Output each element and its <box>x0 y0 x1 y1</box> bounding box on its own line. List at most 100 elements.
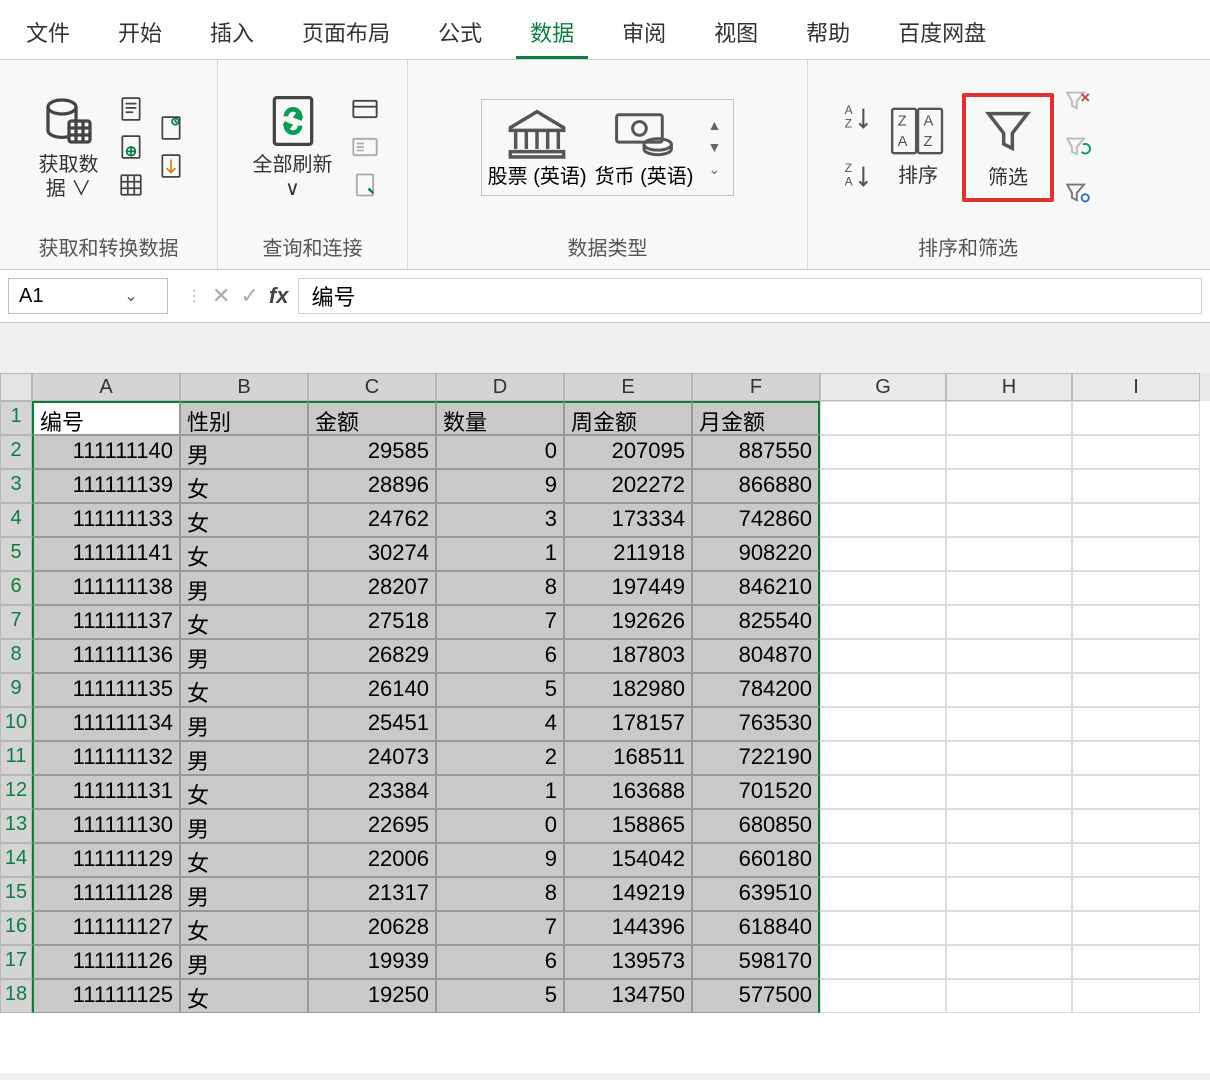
cell-C5[interactable]: 30274 <box>308 537 436 571</box>
cell-F14[interactable]: 660180 <box>692 843 820 877</box>
row-header-5[interactable]: 5 <box>0 537 32 571</box>
cell-B7[interactable]: 女 <box>180 605 308 639</box>
cell-E16[interactable]: 144396 <box>564 911 692 945</box>
menu-item-3[interactable]: 页面布局 <box>288 8 404 59</box>
cell-G12[interactable] <box>820 775 946 809</box>
stocks-button[interactable]: 股票 (英语) <box>488 106 587 189</box>
cell-G2[interactable] <box>820 435 946 469</box>
cell-E17[interactable]: 139573 <box>564 945 692 979</box>
cell-A1[interactable]: 编号 <box>32 401 180 435</box>
reapply-icon[interactable] <box>1062 131 1094 163</box>
currency-button[interactable]: 货币 (英语) <box>595 106 694 189</box>
cell-I14[interactable] <box>1072 843 1200 877</box>
recent-sources-icon[interactable] <box>155 112 187 144</box>
cell-E14[interactable]: 154042 <box>564 843 692 877</box>
from-table-icon[interactable] <box>115 169 147 201</box>
existing-conn-icon[interactable] <box>155 150 187 182</box>
cell-I18[interactable] <box>1072 979 1200 1013</box>
cell-E2[interactable]: 207095 <box>564 435 692 469</box>
cell-D18[interactable]: 5 <box>436 979 564 1013</box>
cell-E8[interactable]: 187803 <box>564 639 692 673</box>
cell-E15[interactable]: 149219 <box>564 877 692 911</box>
queries-connections-icon[interactable] <box>349 93 381 125</box>
cell-C1[interactable]: 金额 <box>308 401 436 435</box>
cell-B9[interactable]: 女 <box>180 673 308 707</box>
name-box-input[interactable] <box>9 281 119 312</box>
cell-I3[interactable] <box>1072 469 1200 503</box>
cell-C3[interactable]: 28896 <box>308 469 436 503</box>
row-header-1[interactable]: 1 <box>0 401 32 435</box>
cell-F2[interactable]: 887550 <box>692 435 820 469</box>
enter-icon[interactable]: ✓ <box>240 283 258 309</box>
cell-I9[interactable] <box>1072 673 1200 707</box>
cell-E9[interactable]: 182980 <box>564 673 692 707</box>
name-box[interactable]: ⌄ <box>8 278 168 314</box>
cell-A17[interactable]: 111111126 <box>32 945 180 979</box>
sort-asc-icon[interactable]: AZ <box>842 102 874 134</box>
cell-B4[interactable]: 女 <box>180 503 308 537</box>
row-header-10[interactable]: 10 <box>0 707 32 741</box>
row-header-3[interactable]: 3 <box>0 469 32 503</box>
cell-C16[interactable]: 20628 <box>308 911 436 945</box>
cell-G17[interactable] <box>820 945 946 979</box>
cell-I7[interactable] <box>1072 605 1200 639</box>
clear-filter-icon[interactable] <box>1062 85 1094 117</box>
cell-C15[interactable]: 21317 <box>308 877 436 911</box>
cell-D6[interactable]: 8 <box>436 571 564 605</box>
cell-B6[interactable]: 男 <box>180 571 308 605</box>
cell-C11[interactable]: 24073 <box>308 741 436 775</box>
cell-B10[interactable]: 男 <box>180 707 308 741</box>
cell-C13[interactable]: 22695 <box>308 809 436 843</box>
cell-A14[interactable]: 111111129 <box>32 843 180 877</box>
cell-D17[interactable]: 6 <box>436 945 564 979</box>
cell-C4[interactable]: 24762 <box>308 503 436 537</box>
name-box-dropdown-icon[interactable]: ⌄ <box>119 286 143 306</box>
cell-C12[interactable]: 23384 <box>308 775 436 809</box>
cell-D15[interactable]: 8 <box>436 877 564 911</box>
cell-D11[interactable]: 2 <box>436 741 564 775</box>
cell-H1[interactable] <box>946 401 1072 435</box>
cell-E10[interactable]: 178157 <box>564 707 692 741</box>
row-header-2[interactable]: 2 <box>0 435 32 469</box>
row-header-7[interactable]: 7 <box>0 605 32 639</box>
cell-B12[interactable]: 女 <box>180 775 308 809</box>
row-header-4[interactable]: 4 <box>0 503 32 537</box>
cell-I6[interactable] <box>1072 571 1200 605</box>
cell-H4[interactable] <box>946 503 1072 537</box>
cell-F15[interactable]: 639510 <box>692 877 820 911</box>
col-header-C[interactable]: C <box>308 373 436 401</box>
cell-I13[interactable] <box>1072 809 1200 843</box>
cell-H2[interactable] <box>946 435 1072 469</box>
formula-input[interactable] <box>299 279 1201 313</box>
cell-G18[interactable] <box>820 979 946 1013</box>
cell-G10[interactable] <box>820 707 946 741</box>
cell-I4[interactable] <box>1072 503 1200 537</box>
cell-A8[interactable]: 111111136 <box>32 639 180 673</box>
cell-B16[interactable]: 女 <box>180 911 308 945</box>
cell-I10[interactable] <box>1072 707 1200 741</box>
cell-H3[interactable] <box>946 469 1072 503</box>
cell-B17[interactable]: 男 <box>180 945 308 979</box>
cell-F9[interactable]: 784200 <box>692 673 820 707</box>
cell-B5[interactable]: 女 <box>180 537 308 571</box>
formula-input-wrapper[interactable] <box>298 278 1202 314</box>
cell-F18[interactable]: 577500 <box>692 979 820 1013</box>
cell-A12[interactable]: 111111131 <box>32 775 180 809</box>
cell-G16[interactable] <box>820 911 946 945</box>
cell-C9[interactable]: 26140 <box>308 673 436 707</box>
cell-E18[interactable]: 134750 <box>564 979 692 1013</box>
cell-G13[interactable] <box>820 809 946 843</box>
row-header-9[interactable]: 9 <box>0 673 32 707</box>
cell-C14[interactable]: 22006 <box>308 843 436 877</box>
spreadsheet-grid[interactable]: ABCDEFGHI 1编号性别金额数量周金额月金额2111111140男2958… <box>0 373 1210 1073</box>
cell-G15[interactable] <box>820 877 946 911</box>
cell-I17[interactable] <box>1072 945 1200 979</box>
cell-G7[interactable] <box>820 605 946 639</box>
cell-G1[interactable] <box>820 401 946 435</box>
cell-E1[interactable]: 周金额 <box>564 401 692 435</box>
cell-E4[interactable]: 173334 <box>564 503 692 537</box>
cell-D10[interactable]: 4 <box>436 707 564 741</box>
cell-F16[interactable]: 618840 <box>692 911 820 945</box>
cell-H7[interactable] <box>946 605 1072 639</box>
cell-F7[interactable]: 825540 <box>692 605 820 639</box>
